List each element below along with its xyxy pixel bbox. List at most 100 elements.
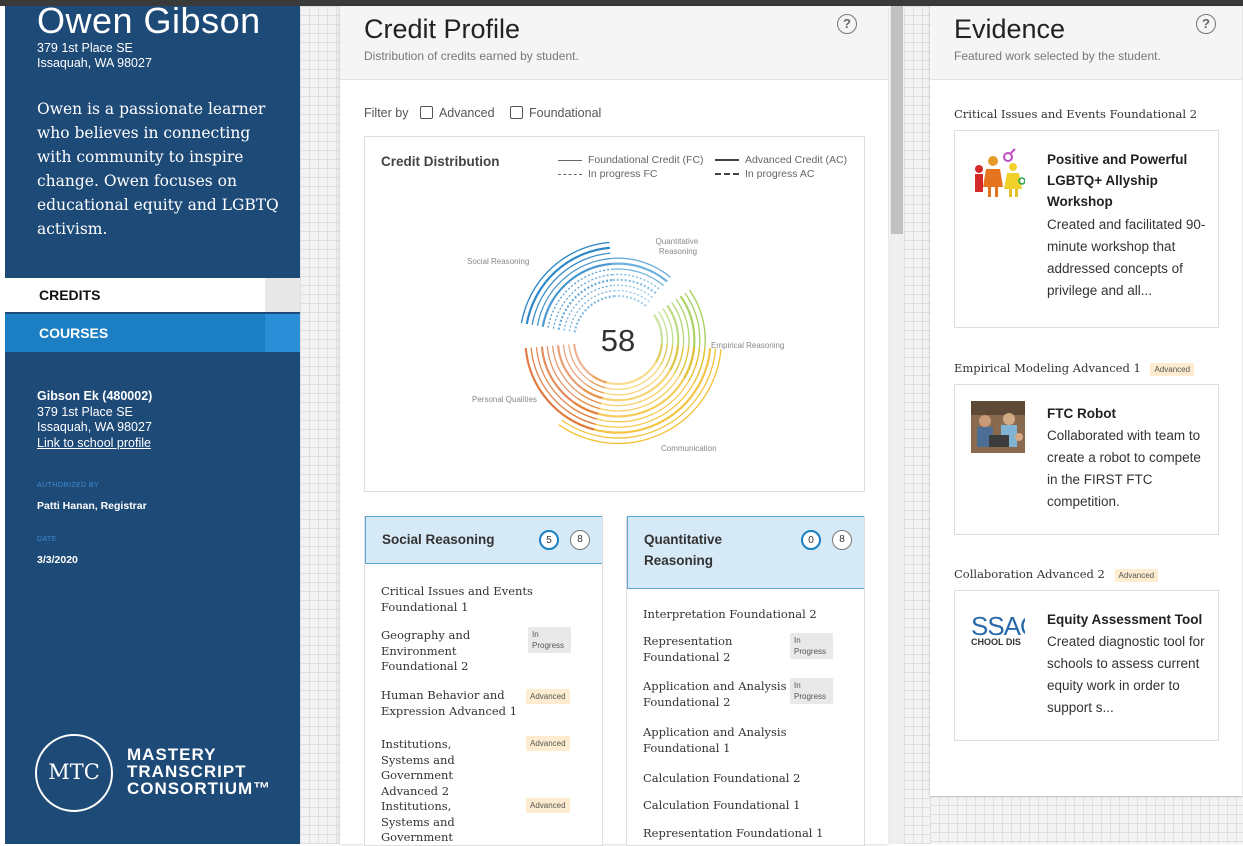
area-title: Social Reasoning xyxy=(382,532,495,547)
nav-item-credits-edge xyxy=(265,278,300,312)
robot-photo-graphic xyxy=(971,401,1025,453)
advanced-badge: Advanced xyxy=(1114,569,1159,582)
area-card-social-reasoning: Social Reasoning 5 8 Critical Issues and… xyxy=(364,516,603,846)
advanced-badge: Advanced xyxy=(1150,363,1195,376)
advanced-badge: Advanced xyxy=(526,798,570,813)
course-item[interactable]: Institutions, Systems and Government Adv… xyxy=(381,737,501,799)
filter-foundational-checkbox[interactable] xyxy=(510,106,524,119)
evidence-card[interactable]: FTC Robot Collaborated with team to crea… xyxy=(954,384,1219,535)
filter-foundational-label[interactable]: Foundational xyxy=(529,106,601,120)
course-item[interactable]: Application and Analysis Foundational 2 xyxy=(643,679,793,710)
course-item[interactable]: Calculation Foundational 2 xyxy=(643,771,843,787)
credit-distribution-chart: Credit Distribution Foundational Credit … xyxy=(364,136,865,492)
help-icon[interactable]: ? xyxy=(1196,14,1216,34)
school-name: Gibson Ek (480002) xyxy=(37,389,153,403)
course-item[interactable]: Critical Issues and Events Foundational … xyxy=(381,584,551,615)
ring-arc xyxy=(520,241,610,324)
ring-arc xyxy=(525,246,611,325)
student-address: 379 1st Place SE Issaquah, WA 98027 xyxy=(37,41,152,71)
ring-arc xyxy=(546,346,600,410)
allyship-people-icon xyxy=(971,147,1025,199)
segment-label-quantitative-line2: Reasoning xyxy=(659,247,697,256)
filter-advanced-label[interactable]: Advanced xyxy=(439,106,495,120)
student-address-line1: 379 1st Place SE xyxy=(37,41,133,55)
credit-profile-title: Credit Profile xyxy=(364,14,521,44)
nav-item-credits-label: CREDITS xyxy=(39,287,101,303)
filter-bar: Filter by Advanced Foundational xyxy=(364,106,601,120)
credit-profile-subtitle: Distribution of credits earned by studen… xyxy=(364,49,579,63)
evidence-card[interactable]: Positive and Powerful LGBTQ+ Allyship Wo… xyxy=(954,130,1219,328)
ring-arc xyxy=(536,257,611,326)
authorized-by-value: Patti Hanan, Registrar xyxy=(37,500,147,512)
evidence-subtitle: Featured work selected by the student. xyxy=(954,49,1161,63)
earned-credits-count: 5 xyxy=(539,530,559,550)
evidence-card-description: Created diagnostic tool for schools to a… xyxy=(1047,634,1205,715)
sidebar: Owen Gibson 379 1st Place SE Issaquah, W… xyxy=(5,0,300,844)
school-info: Gibson Ek (480002) 379 1st Place SE Issa… xyxy=(37,389,152,451)
nav-item-credits[interactable]: CREDITS xyxy=(5,278,300,312)
allyship-people-graphic xyxy=(975,148,1025,197)
canvas-grid-middle xyxy=(904,6,930,844)
canvas-grid-left xyxy=(300,6,340,844)
student-bio: Owen is a passionate learner who believe… xyxy=(37,100,279,238)
mtc-logo-text: MASTERY TRANSCRIPT CONSORTIUM™ xyxy=(127,746,271,797)
evidence-panel: Evidence Featured work selected by the s… xyxy=(930,6,1242,796)
nav-item-courses-edge xyxy=(265,314,300,352)
course-item[interactable]: Interpretation Foundational 2 xyxy=(643,607,843,623)
total-credits-number: 58 xyxy=(601,323,635,358)
school-profile-link[interactable]: Link to school profile xyxy=(37,436,152,452)
mtc-logo-mark: MTC xyxy=(35,734,113,812)
evidence-card[interactable]: SSAQ CHOOL DIS Equity Assessment Tool Cr… xyxy=(954,590,1219,741)
scrollbar-thumb[interactable] xyxy=(891,6,903,234)
student-name: Owen Gibson xyxy=(37,0,261,41)
student-address-line2: Issaquah, WA 98027 xyxy=(37,56,152,70)
area-card-header[interactable]: Quantitative Reasoning 0 8 xyxy=(627,516,864,589)
ring-arc xyxy=(612,273,661,291)
advanced-badge: Advanced xyxy=(526,736,570,751)
evidence-title: Evidence xyxy=(954,14,1066,44)
filter-advanced-checkbox[interactable] xyxy=(419,106,433,119)
course-item[interactable]: Calculation Foundational 1 xyxy=(643,798,843,814)
ring-arc xyxy=(679,295,696,379)
area-card-header[interactable]: Social Reasoning 5 8 xyxy=(365,516,602,564)
course-item[interactable]: Representation Foundational 1 xyxy=(643,826,843,842)
mtc-logo-line2: TRANSCRIPT xyxy=(127,762,247,781)
evidence-card-title: Equity Assessment Tool xyxy=(1047,612,1203,627)
canvas-grid-bottom xyxy=(930,796,1243,844)
evidence-card-description: Created and facilitated 90-minute worksh… xyxy=(1047,217,1206,298)
nav-item-courses[interactable]: COURSES xyxy=(5,314,300,352)
course-item[interactable]: Application and Analysis Foundational 1 xyxy=(643,725,803,756)
segment-label-communication: Communication xyxy=(661,444,717,453)
date-label: DATE xyxy=(37,536,57,543)
total-credits-count: 8 xyxy=(570,530,590,550)
help-icon[interactable]: ? xyxy=(837,14,857,34)
area-card-quantitative-reasoning: Quantitative Reasoning 0 8 Interpretatio… xyxy=(626,516,865,846)
mtc-logo-line3: CONSORTIUM™ xyxy=(127,779,272,798)
evidence-card-title: Positive and Powerful LGBTQ+ Allyship Wo… xyxy=(1047,152,1188,209)
segment-label-quantitative-line1: Quantitative xyxy=(656,237,699,246)
course-item[interactable]: Human Behavior and Expression Advanced 1 xyxy=(381,688,531,719)
course-item[interactable]: Geography and Environment Foundational 2 xyxy=(381,628,501,675)
mtc-logo-line1: MASTERY xyxy=(127,745,217,764)
school-address-line2: Issaquah, WA 98027 xyxy=(37,420,152,434)
evidence-card-title: FTC Robot xyxy=(1047,406,1116,421)
course-item[interactable]: Institutions, Systems and Government Adv… xyxy=(381,799,501,845)
credit-profile-panel: Credit Profile Distribution of credits e… xyxy=(340,6,888,846)
filter-label: Filter by xyxy=(364,106,409,120)
earned-credits-count: 0 xyxy=(801,530,821,550)
authorized-by-label: AUTHORIZED BY xyxy=(37,482,99,489)
evidence-item-heading-text: Collaboration Advanced 2 xyxy=(954,567,1105,581)
thumbnail-text-2: CHOOL DIS xyxy=(971,637,1021,647)
area-title: Quantitative Reasoning xyxy=(644,532,723,568)
evidence-item-heading-text: Empirical Modeling Advanced 1 xyxy=(954,361,1141,375)
in-progress-badge: In Progress xyxy=(790,678,833,704)
advanced-badge: Advanced xyxy=(526,689,570,704)
evidence-card-description: Collaborated with team to create a robot… xyxy=(1047,428,1201,509)
ring-arc xyxy=(612,278,658,295)
segment-label-social: Social Reasoning xyxy=(467,257,529,266)
robot-photo-image xyxy=(971,401,1025,453)
in-progress-badge: In Progress xyxy=(790,633,833,659)
segment-label-quantitative: Quantitative Reasoning xyxy=(656,237,701,256)
evidence-header: Evidence Featured work selected by the s… xyxy=(930,6,1242,80)
course-item[interactable]: Representation Foundational 2 xyxy=(643,634,743,665)
